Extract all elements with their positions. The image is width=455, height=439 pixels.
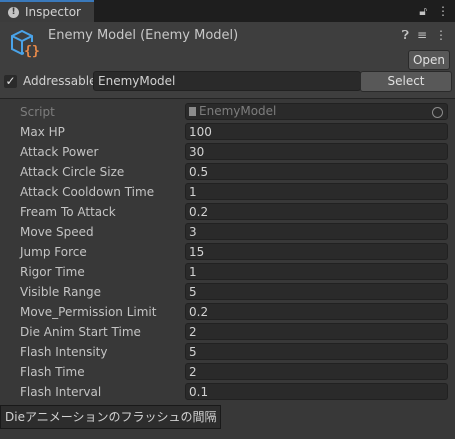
property-label: Visible Range [20,285,102,299]
property-row: Rigor Time 1 [0,262,455,282]
tooltip: Dieアニメーションのフラッシュの間隔 [0,405,222,429]
open-button[interactable]: Open [408,50,450,70]
property-row: Die Anim Start Time 2 [0,322,455,342]
property-field[interactable]: 3 [185,223,448,240]
script-label: Script [20,105,55,119]
script-row: Script EnemyModel [0,102,455,122]
property-field[interactable]: 2 [185,323,448,340]
property-label: Die Anim Start Time [20,325,141,339]
tab-bar: ! Inspector 🔓︎ ⋮ [0,0,455,22]
help-icon[interactable]: ❓︎ [402,28,409,43]
property-row: Move_Permission Limit 0.2 [0,302,455,322]
script-file-icon [189,107,196,116]
property-row: Flash Intensity 5 [0,342,455,362]
property-label: Attack Circle Size [20,165,125,179]
property-label: Flash Time [20,365,85,379]
property-field[interactable]: 15 [185,243,448,260]
kebab-menu-icon[interactable]: ⋮ [437,4,449,19]
script-value: EnemyModel [199,104,277,118]
object-title: Enemy Model (Enemy Model) [48,28,239,43]
select-button[interactable]: Select [360,71,452,92]
property-field[interactable]: 0.2 [185,303,448,320]
kebab-menu-icon[interactable]: ⋮ [435,28,447,43]
property-row: Attack Circle Size 0.5 [0,162,455,182]
property-field[interactable]: 30 [185,143,448,160]
property-label: Move Speed [20,225,94,239]
property-label: Rigor Time [20,265,85,279]
inspector-header: {} Enemy Model (Enemy Model) ❓︎ ≡ ⋮ Open… [0,22,455,99]
tab-inspector[interactable]: ! Inspector [0,0,94,22]
property-row: Fream To Attack 0.2 [0,202,455,222]
property-label: Jump Force [20,245,87,259]
property-field[interactable]: 0.5 [185,163,448,180]
property-row: Move Speed 3 [0,222,455,242]
preset-sliders-icon[interactable]: ≡ [417,28,427,43]
property-label: Move_Permission Limit [20,305,157,319]
property-field[interactable]: 5 [185,343,448,360]
property-field[interactable]: 5 [185,283,448,300]
property-row: Flash Time 2 [0,362,455,382]
property-row: Max HP 100 [0,122,455,142]
lock-icon[interactable]: 🔓︎ [419,4,427,19]
property-field[interactable]: 1 [185,183,448,200]
addressable-label: Addressable [23,74,97,88]
object-picker-icon[interactable] [432,107,443,118]
svg-text:{}: {} [24,44,40,59]
property-row: Flash Interval 0.1 [0,382,455,402]
property-row: Attack Cooldown Time 1 [0,182,455,202]
script-field[interactable]: EnemyModel [185,103,448,120]
property-field[interactable]: 2 [185,363,448,380]
property-row: Jump Force 15 [0,242,455,262]
property-label: Flash Intensity [20,345,108,359]
scriptable-object-icon: {} [11,29,40,59]
property-field[interactable]: 1 [185,263,448,280]
addressable-checkbox[interactable]: ✓ [4,74,17,88]
property-field[interactable]: 100 [185,123,448,140]
property-label: Fream To Attack [20,205,116,219]
property-label: Flash Interval [20,385,102,399]
property-row: Visible Range 5 [0,282,455,302]
property-label: Max HP [20,125,65,139]
tab-label: Inspector [25,5,81,19]
addressable-name-input[interactable]: EnemyModel [93,71,361,91]
property-field[interactable]: 0.2 [185,203,448,220]
info-icon: ! [8,6,19,18]
property-label: Attack Power [20,145,99,159]
property-row: Attack Power 30 [0,142,455,162]
property-label: Attack Cooldown Time [20,185,155,199]
property-field[interactable]: 0.1 [185,383,448,400]
